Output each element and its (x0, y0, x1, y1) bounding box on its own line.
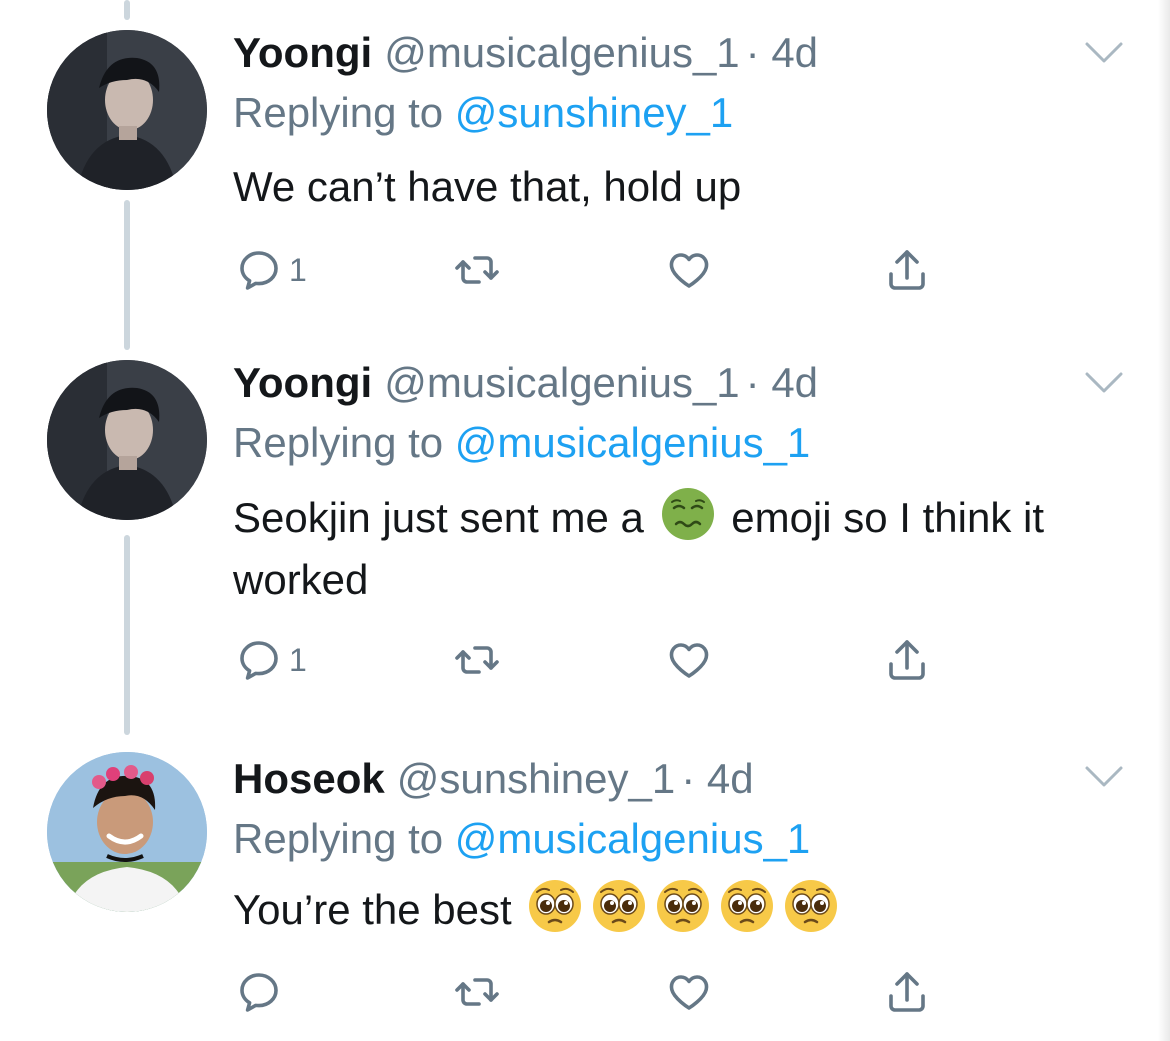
avatar-image (47, 30, 207, 190)
pleading-face-emoji (527, 878, 583, 934)
retweet-button[interactable] (453, 962, 501, 1022)
retweet-icon (453, 246, 501, 294)
like-button[interactable] (665, 240, 713, 300)
tweet-header: Hoseok @sunshiney_1 · 4d (233, 754, 754, 804)
like-icon (665, 636, 713, 684)
retweet-button[interactable] (453, 630, 501, 690)
handle[interactable]: @musicalgenius_1 (384, 359, 739, 406)
share-icon (883, 636, 931, 684)
retweet-icon (453, 636, 501, 684)
retweet-button[interactable] (453, 240, 501, 300)
tweet-text-before: Seokjin just sent me a (233, 494, 644, 541)
avatar[interactable] (47, 360, 207, 520)
reply-icon (235, 246, 283, 294)
pleading-face-emoji (719, 878, 775, 934)
share-icon (883, 246, 931, 294)
replying-to: Replying to @sunshiney_1 (233, 88, 733, 138)
tweet-header: Yoongi @musicalgenius_1 · 4d (233, 28, 818, 78)
replying-to: Replying to @musicalgenius_1 (233, 418, 810, 468)
share-icon (883, 968, 931, 1016)
tweet-text-content: We can’t have that, hold up (233, 163, 742, 210)
replying-to-label: Replying to (233, 89, 444, 136)
timestamp[interactable]: · 4d (681, 755, 753, 802)
tweet-actions: 1 (233, 240, 953, 300)
pleading-face-emoji (783, 878, 839, 934)
timestamp[interactable]: · 4d (746, 29, 818, 76)
tweet-actions (233, 962, 953, 1022)
tweet[interactable]: Yoongi @musicalgenius_1 · 4d Replying to @… (0, 0, 1170, 340)
like-button[interactable] (665, 630, 713, 690)
avatar-image (47, 752, 207, 912)
tweet-actions: 1 (233, 630, 953, 690)
reply-button[interactable]: 1 (235, 240, 307, 300)
display-name[interactable]: Yoongi (233, 359, 372, 406)
reply-icon (235, 968, 283, 1016)
tweet-text-content: You’re the best (233, 886, 512, 933)
retweet-icon (453, 968, 501, 1016)
display-name[interactable]: Yoongi (233, 29, 372, 76)
tweet-text: Seokjin just sent me a emoji so I think … (233, 486, 1133, 611)
reply-button[interactable]: 1 (235, 630, 307, 690)
chevron-down-icon[interactable] (1083, 762, 1125, 792)
like-icon (665, 246, 713, 294)
avatar-image (47, 360, 207, 520)
replying-to: Replying to @musicalgenius_1 (233, 814, 810, 864)
tweet[interactable]: Hoseok @sunshiney_1 · 4d Replying to @musi… (0, 740, 1170, 1041)
avatar[interactable] (47, 752, 207, 912)
display-name[interactable]: Hoseok (233, 755, 385, 802)
like-button[interactable] (665, 962, 713, 1022)
share-button[interactable] (883, 240, 931, 300)
like-icon (665, 968, 713, 1016)
share-button[interactable] (883, 962, 931, 1022)
mention-link[interactable]: @sunshiney_1 (455, 89, 733, 136)
handle[interactable]: @sunshiney_1 (397, 755, 675, 802)
tweet-text: We can’t have that, hold up (233, 156, 1133, 218)
tweet[interactable]: Yoongi @musicalgenius_1 · 4d Replying to @… (0, 340, 1170, 740)
reply-button[interactable] (235, 962, 283, 1022)
reply-icon (235, 636, 283, 684)
replying-to-label: Replying to (233, 419, 444, 466)
reply-count: 1 (289, 641, 307, 678)
timestamp[interactable]: · 4d (746, 359, 818, 406)
chevron-down-icon[interactable] (1083, 368, 1125, 398)
nauseated-face-emoji (660, 486, 716, 542)
reply-count: 1 (289, 251, 307, 288)
share-button[interactable] (883, 630, 931, 690)
handle[interactable]: @musicalgenius_1 (384, 29, 739, 76)
mention-link[interactable]: @musicalgenius_1 (455, 419, 810, 466)
tweet-header: Yoongi @musicalgenius_1 · 4d (233, 358, 818, 408)
replying-to-label: Replying to (233, 815, 444, 862)
mention-link[interactable]: @musicalgenius_1 (455, 815, 810, 862)
avatar[interactable] (47, 30, 207, 190)
pleading-face-emoji (655, 878, 711, 934)
tweet-text: You’re the best (233, 878, 1133, 941)
chevron-down-icon[interactable] (1083, 38, 1125, 68)
pleading-face-emoji (591, 878, 647, 934)
